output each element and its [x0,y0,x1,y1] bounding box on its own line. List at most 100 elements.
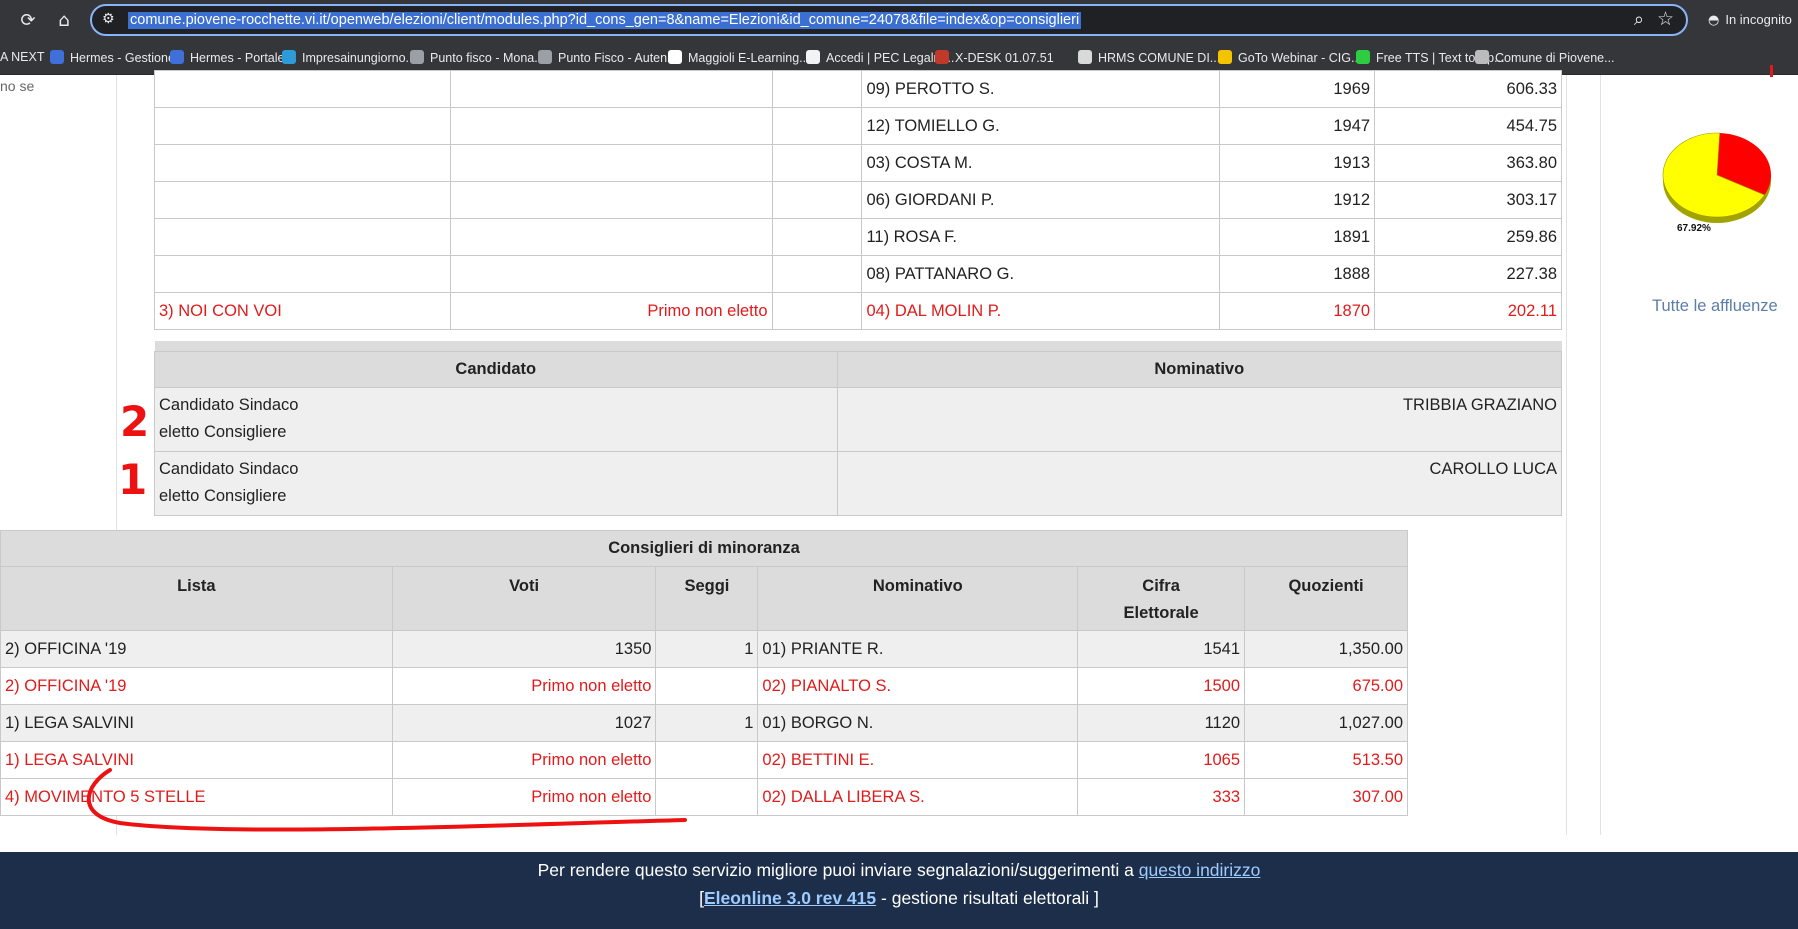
column-divider [1566,75,1567,835]
header-lista: Lista [0,566,393,631]
cell-seggi [771,292,863,330]
cell-quozienti: 303.17 [1374,181,1562,219]
bookmark-favicon-icon [806,50,820,64]
cell-lista [154,144,451,182]
cell-nominativo: 06) GIORDANI P. [861,181,1221,219]
bookmark-item[interactable]: Hermes - Gestione [50,50,175,65]
cell-nominativo: 11) ROSA F. [861,218,1221,256]
bookmark-item[interactable]: Punto fisco - Mona... [410,50,545,65]
cell-lista [154,70,451,108]
header-seggi: Seggi [655,566,759,631]
cell-quozienti: 202.11 [1374,292,1562,330]
bookmark-item[interactable]: Accedi | PEC Legalm... [806,50,954,65]
bookmark-item[interactable]: HRMS COMUNE DI... [1078,50,1220,65]
incognito-indicator[interactable]: ◓ In incognito [1708,12,1792,28]
bookmark-item[interactable]: X-DESK 01.07.51 [935,50,1054,65]
cell-voti [449,144,773,182]
bookmark-item[interactable]: GoTo Webinar - CIG... [1218,50,1361,65]
cell-nominativo: 01) BORGO N. [757,704,1079,742]
cell-cifra-elettorale: 1541 [1077,630,1246,668]
cell-nominativo: 02) DALLA LIBERA S. [757,778,1079,816]
bookmark-item[interactable]: Impresainungiorno.... [282,50,419,65]
cell-nominativo: 02) BETTINI E. [757,741,1079,779]
cell-cifra-elettorale: 1500 [1077,667,1246,705]
bookmark-item[interactable]: Punto Fisco - Auten... [538,50,678,65]
address-bar[interactable]: ⚙ comune.piovene-rocchette.vi.it/openweb… [90,4,1688,36]
site-settings-icon[interactable]: ⚙ [102,11,115,27]
bookmark-item[interactable]: Hermes - Portale [170,50,284,65]
cell-lista [154,107,451,145]
zoom-icon[interactable]: ⌕ [1634,9,1644,30]
bookmark-label: Punto fisco - Mona... [430,51,545,65]
cell-seggi: 1 [655,630,759,668]
cell-voti [449,181,773,219]
cell-lista: 3) NOI CON VOI [154,292,451,330]
incognito-label: In incognito [1725,12,1792,27]
cell-quozienti: 259.86 [1374,218,1562,256]
footer-text-1: Per rendere questo servizio migliore puo… [537,860,1134,880]
bookmark-label: Hermes - Gestione [70,51,175,65]
browser-toolbar: ⟳ ⌂ ⚙ comune.piovene-rocchette.vi.it/ope… [0,0,1798,42]
header-nominativo: Nominativo [757,566,1079,631]
header-candidato: Candidato [154,350,838,388]
footer-line-2: [Eleonline 3.0 rev 415 - gestione risult… [0,888,1798,909]
header-quozienti: Quozienti [1244,566,1408,631]
table-row: 3) NOI CON VOI Primo non eletto 04) DAL MO… [154,292,1562,330]
cell-cifra-elettorale: 1888 [1219,255,1376,293]
pie-percent-label: 67.92% [1677,223,1711,234]
bookmark-label: Hermes - Portale [190,51,285,65]
table-row: Candidato Sindaco eletto Consigliere CAROL… [154,450,1562,516]
bookmark-favicon-icon [1078,50,1092,64]
cell-nominativo: 02) PIANALTO S. [757,667,1079,705]
bookmark-favicon-icon [668,50,682,64]
bookmark-favicon-icon [282,50,296,64]
cell-quozienti: 1,027.00 [1244,704,1408,742]
bookmark-label: Maggioli E-Learning... [688,51,810,65]
incognito-icon: ◓ [1708,13,1720,28]
cell-cifra-elettorale: 333 [1077,778,1246,816]
cell-seggi: 1 [655,704,759,742]
page-content: no se 09) PEROTTO S. 1969 606.33 12) TOMIEL… [0,65,1798,852]
reload-icon[interactable]: ⟳ [16,9,40,33]
table-row: 2) OFFICINA '19 1350 1 01) PRIANTE R. 1541 1,… [0,630,1408,668]
cell-quozienti: 1,350.00 [1244,630,1408,668]
cell-seggi [771,181,863,219]
bookmark-favicon-icon [538,50,552,64]
candidato-status: eletto Consigliere [159,486,287,505]
table-row: 12) TOMIELLO G. 1947 454.75 [154,107,1562,145]
cell-cifra-elettorale: 1870 [1219,292,1376,330]
bookmark-item[interactable]: A NEXT [0,50,44,64]
cell-voti: Primo non eletto [391,667,657,705]
bookmark-label: X-DESK 01.07.51 [955,51,1054,65]
bookmark-star-icon[interactable]: ☆ [1657,8,1674,30]
cell-seggi [771,107,863,145]
header-nominativo: Nominativo [836,350,1562,388]
page-footer: Per rendere questo servizio migliore puo… [0,852,1798,929]
bookmark-favicon-icon [935,50,949,64]
cell-cifra-elettorale: 1120 [1077,704,1246,742]
eleonline-link[interactable]: Eleonline 3.0 rev 415 [704,888,876,908]
cell-candidato: Candidato Sindaco eletto Consigliere [154,450,838,516]
cell-cifra-elettorale: 1891 [1219,218,1376,256]
candidato-role: Candidato Sindaco [159,395,299,414]
footer-contact-link[interactable]: questo indirizzo [1139,860,1261,880]
cell-cifra-elettorale: 1913 [1219,144,1376,182]
header-cifra-line2: Elettorale [1123,604,1199,622]
cell-quozienti: 454.75 [1374,107,1562,145]
cell-cifra-elettorale: 1065 [1077,741,1246,779]
bookmark-label: Punto Fisco - Auten... [558,51,678,65]
candidates-table: Candidato Nominativo Candidato Sindaco el… [154,341,1562,516]
table-row: 06) GIORDANI P. 1912 303.17 [154,181,1562,219]
bookmark-favicon-icon [50,50,64,64]
table-row: 2) OFFICINA '19 Primo non eletto 02) PIANA… [0,667,1408,705]
bookmark-item[interactable]: Comune di Piovene... [1475,50,1615,65]
bookmark-item[interactable]: Maggioli E-Learning... [668,50,810,65]
cell-cifra-elettorale: 1912 [1219,181,1376,219]
table-row: 09) PEROTTO S. 1969 606.33 [154,70,1562,108]
home-icon[interactable]: ⌂ [52,9,76,33]
table-row: 11) ROSA F. 1891 259.86 [154,218,1562,256]
bookmark-label: Comune di Piovene... [1495,51,1615,65]
cell-cifra-elettorale: 1947 [1219,107,1376,145]
all-turnout-link[interactable]: Tutte le affluenze [1652,297,1778,316]
url-text[interactable]: comune.piovene-rocchette.vi.it/openweb/e… [128,12,1082,29]
